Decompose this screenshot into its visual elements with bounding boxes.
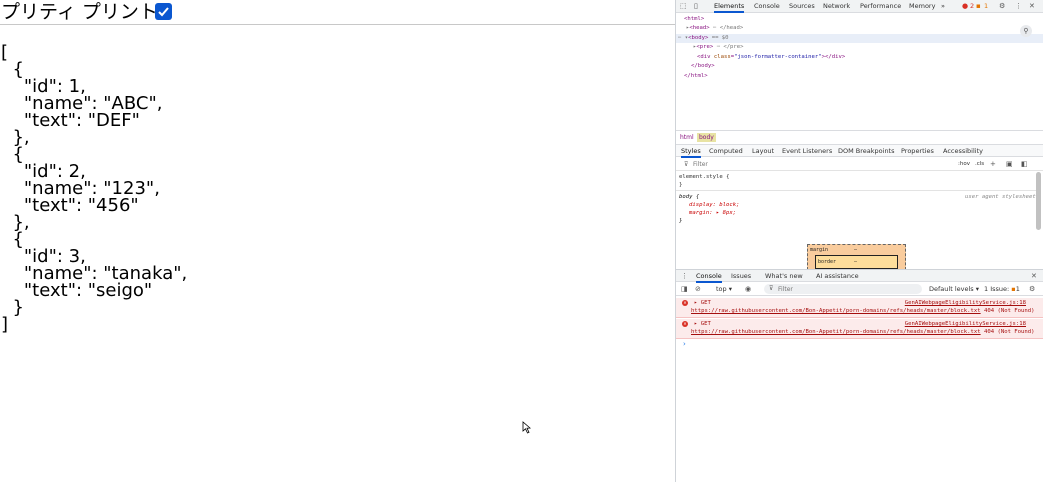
- styles-pane: element.style { } body { user agent styl…: [676, 172, 1043, 270]
- element-style-close: }: [679, 182, 683, 188]
- error-url-link[interactable]: https://raw.githubusercontent.com/Bon-Ap…: [691, 308, 981, 314]
- dom-node-html-close[interactable]: </html>: [684, 72, 708, 82]
- error-source-link[interactable]: GenAIWebpageEligibilityService.js:18: [905, 299, 1026, 307]
- devtools-tabbar: ⬚ ▯ Elements Console Sources Network Per…: [676, 0, 1043, 13]
- element-style-selector[interactable]: element.style {: [679, 173, 730, 181]
- drawer-tabbar: ⋮ Console Issues What's new AI assistanc…: [676, 269, 1043, 283]
- subtab-layout[interactable]: Layout: [752, 147, 774, 156]
- dom-node-pre[interactable]: ▸<pre> ⋯ </pre>: [693, 43, 744, 53]
- issues-counter[interactable]: 1 Issue: ▪1: [984, 285, 1020, 294]
- console-settings-gear-icon[interactable]: ⚙: [1029, 285, 1035, 294]
- settings-gear-icon[interactable]: ⚙: [999, 2, 1005, 11]
- error-status: 404 (Not Found): [980, 308, 1035, 314]
- console-prompt[interactable]: ›: [683, 340, 686, 348]
- border-label: border: [818, 259, 837, 265]
- body-rule-close: }: [679, 218, 683, 224]
- rendering-emulation-icon[interactable]: ▣: [1006, 160, 1013, 169]
- console-filter-input[interactable]: [778, 285, 918, 293]
- drawer-tab-ai-assistance[interactable]: AI assistance: [816, 272, 859, 281]
- border-value[interactable]: –: [854, 258, 857, 266]
- context-selector[interactable]: top ▾: [716, 285, 732, 294]
- pretty-print-bar: プリティ プリント: [0, 0, 675, 25]
- styles-subtabs: Styles Computed Layout Event Listeners D…: [676, 144, 1043, 158]
- inspect-element-icon[interactable]: ⬚: [680, 2, 687, 11]
- margin-label: margin: [810, 247, 829, 253]
- tab-performance[interactable]: Performance: [860, 2, 901, 11]
- mouse-cursor-icon: [522, 421, 531, 434]
- console-toolbar: ◨ ⊘ top ▾ ◉ ⊽ Default levels ▾ 1 Issue: …: [676, 283, 1043, 296]
- json-content: [ { "id": 1, "name": "ABC", "text": "DEF…: [1, 42, 188, 335]
- accessibility-tree-icon[interactable]: ⚲: [1020, 25, 1032, 37]
- body-rule-selector[interactable]: body {: [679, 193, 699, 201]
- error-icon[interactable]: ●: [962, 2, 968, 11]
- user-agent-stylesheet-label: user agent stylesheet: [965, 194, 1036, 200]
- styles-filter-input[interactable]: [693, 160, 953, 169]
- styles-filter-row: ⊽ :hov .cls + ▣ ◧: [676, 158, 1043, 171]
- box-model-diagram: margin – border –: [807, 244, 906, 270]
- error-method[interactable]: ▸ GET: [694, 299, 711, 307]
- rule-margin[interactable]: margin: ▸ 8px;: [689, 209, 736, 217]
- warning-icon[interactable]: ▪: [976, 2, 981, 11]
- tab-elements[interactable]: Elements: [714, 2, 745, 13]
- clear-console-icon[interactable]: ⊘: [695, 285, 701, 294]
- tab-network[interactable]: Network: [823, 2, 850, 11]
- drawer-tab-whats-new[interactable]: What's new: [765, 272, 803, 281]
- breadcrumb-body[interactable]: body: [697, 133, 716, 142]
- error-count[interactable]: 2: [970, 2, 974, 11]
- console-error-message[interactable]: ✕ ▸ GET GenAIWebpageEligibilityService.j…: [676, 298, 1043, 318]
- pretty-print-label: プリティ プリント: [1, 1, 158, 23]
- dom-node-div[interactable]: <div class="json-formatter-container"></…: [697, 53, 845, 63]
- warning-count[interactable]: 1: [984, 2, 988, 11]
- kebab-menu-icon[interactable]: ⋮: [1015, 2, 1022, 11]
- tab-sources[interactable]: Sources: [789, 2, 815, 11]
- error-url-link[interactable]: https://raw.githubusercontent.com/Bon-Ap…: [691, 329, 981, 335]
- device-toolbar-icon[interactable]: ▯: [694, 2, 698, 11]
- error-icon: ✕: [682, 300, 688, 306]
- hover-state-toggle[interactable]: :hov: [958, 160, 970, 169]
- filter-icon: ⊽: [684, 161, 689, 168]
- error-source-link[interactable]: GenAIWebpageEligibilityService.js:18: [905, 320, 1026, 328]
- drawer-tab-issues[interactable]: Issues: [731, 272, 751, 281]
- class-toggle[interactable]: .cls: [975, 160, 984, 169]
- page-viewport: プリティ プリント [ { "id": 1, "name": "ABC", "t…: [0, 0, 675, 482]
- subtab-computed[interactable]: Computed: [709, 147, 743, 156]
- subtab-properties[interactable]: Properties: [901, 147, 934, 156]
- subtab-dom-breakpoints[interactable]: DOM Breakpoints: [838, 147, 895, 156]
- toggle-sidebar-icon[interactable]: ◧: [1021, 160, 1028, 169]
- breadcrumb: html body: [676, 130, 1043, 143]
- dom-node-body-close[interactable]: </body>: [691, 62, 715, 72]
- console-filter-box[interactable]: ⊽: [764, 284, 922, 294]
- border-box: border –: [815, 255, 898, 269]
- filter-icon: ⊽: [769, 285, 774, 292]
- drawer-menu-icon[interactable]: ⋮: [681, 272, 688, 281]
- breadcrumb-html[interactable]: html: [678, 133, 696, 142]
- error-status: 404 (Not Found): [980, 329, 1035, 335]
- devtools-panel: ⬚ ▯ Elements Console Sources Network Per…: [675, 0, 1043, 482]
- tab-memory[interactable]: Memory: [909, 2, 935, 11]
- log-levels-dropdown[interactable]: Default levels ▾: [929, 285, 979, 294]
- add-style-rule-icon[interactable]: +: [990, 160, 996, 169]
- sidebar-toggle-icon[interactable]: ◨: [681, 285, 688, 294]
- dom-node-head[interactable]: ▸<head> ⋯ </head>: [686, 24, 743, 34]
- subtab-accessibility[interactable]: Accessibility: [943, 147, 983, 156]
- pretty-print-checkbox[interactable]: [155, 3, 172, 20]
- subtab-event-listeners[interactable]: Event Listeners: [782, 147, 832, 156]
- margin-value[interactable]: –: [854, 246, 857, 254]
- close-devtools-icon[interactable]: ✕: [1029, 2, 1035, 11]
- styles-scrollbar[interactable]: [1036, 172, 1041, 230]
- console-error-message[interactable]: ✕ ▸ GET GenAIWebpageEligibilityService.j…: [676, 319, 1043, 339]
- close-drawer-icon[interactable]: ✕: [1031, 272, 1037, 281]
- drawer-tab-console[interactable]: Console: [696, 272, 722, 283]
- subtab-styles[interactable]: Styles: [681, 147, 701, 158]
- tab-console[interactable]: Console: [754, 2, 780, 11]
- checkmark-icon: [158, 7, 169, 17]
- error-icon: ✕: [682, 321, 688, 327]
- error-method[interactable]: ▸ GET: [694, 320, 711, 328]
- rule-display[interactable]: display: block;: [689, 201, 740, 209]
- more-tabs-button[interactable]: »: [941, 2, 945, 11]
- eye-icon[interactable]: ◉: [745, 285, 751, 294]
- dom-tree: <html> ▸<head> ⋯ </head> ⋯ ▾<body> == $0…: [676, 14, 1043, 129]
- selected-node-highlight: [676, 34, 1043, 43]
